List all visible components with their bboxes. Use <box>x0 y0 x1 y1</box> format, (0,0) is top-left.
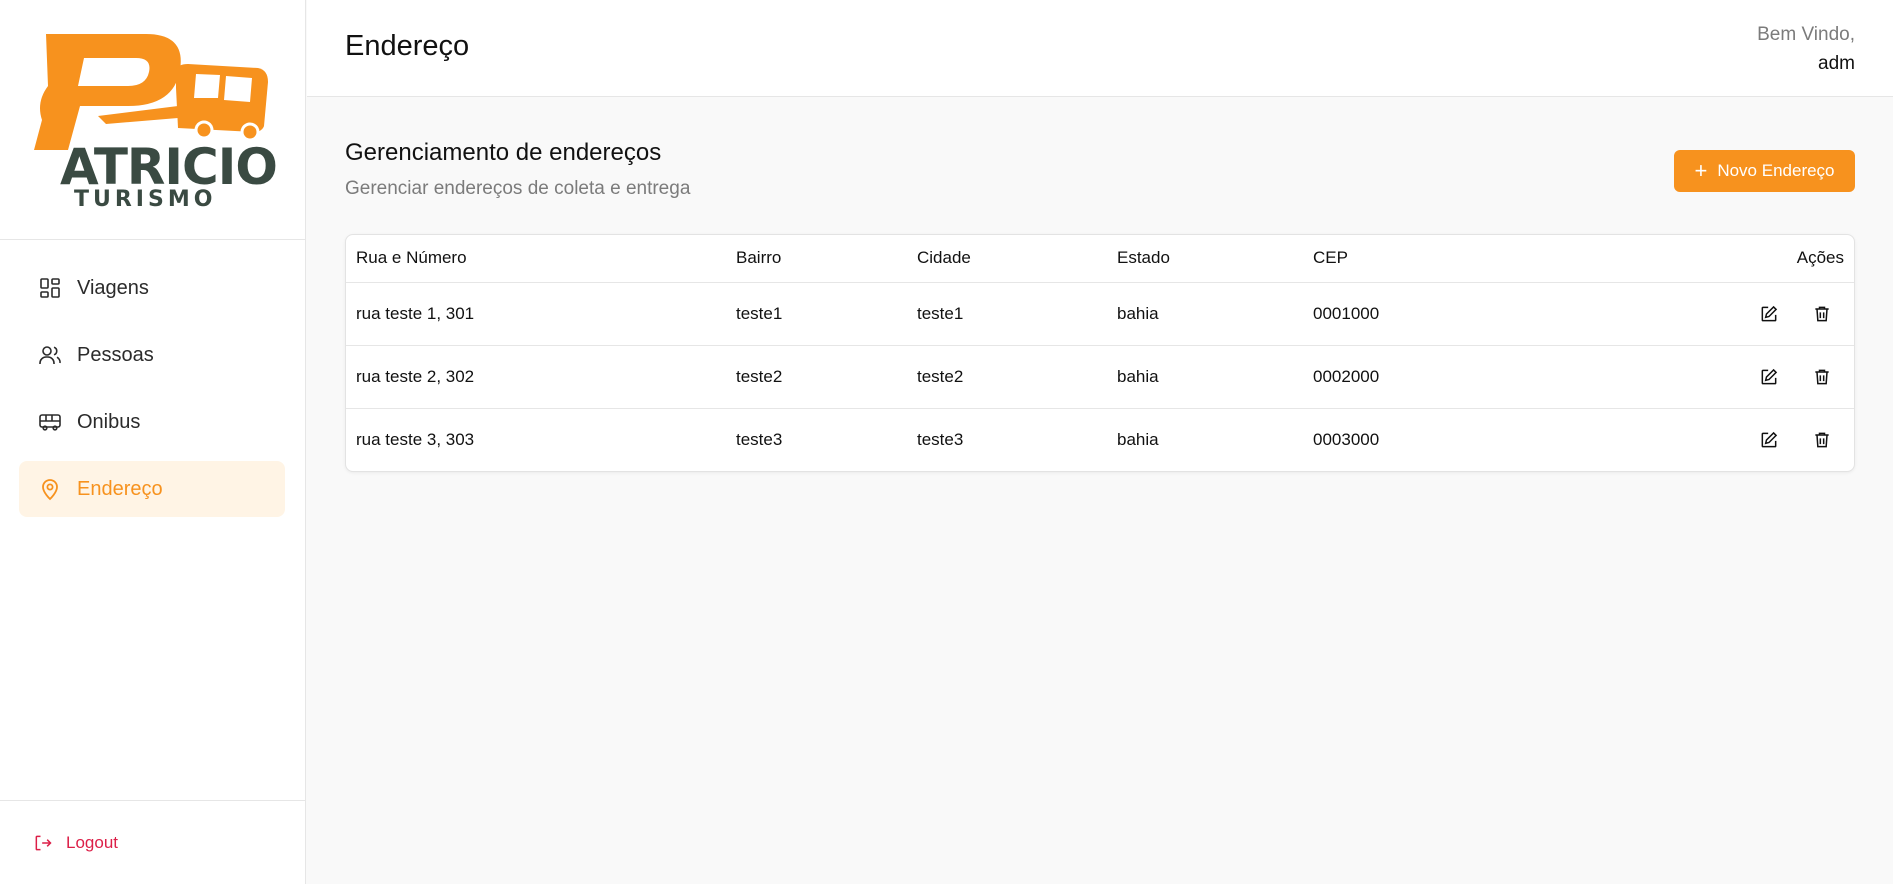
sidebar-item-viagens[interactable]: Viagens <box>19 260 285 316</box>
edit-button[interactable] <box>1755 300 1783 328</box>
cell-cep: 0003000 <box>1313 429 1380 449</box>
column-header-cidade: Cidade <box>907 235 1107 283</box>
cell-bairro: teste3 <box>736 429 783 449</box>
sidebar-item-onibus[interactable]: Onibus <box>19 394 285 450</box>
sidebar-nav: Viagens Pessoas Onibus Endereço <box>0 240 305 517</box>
new-address-label: Novo Endereço <box>1717 161 1835 180</box>
cell-cep: 0001000 <box>1303 282 1547 346</box>
sidebar-item-endereco[interactable]: Endereço <box>19 461 285 517</box>
edit-icon <box>1761 368 1778 384</box>
map-pin-icon <box>42 479 58 501</box>
column-header-cep: CEP <box>1303 235 1547 283</box>
logout-button[interactable]: Logout <box>33 833 118 853</box>
sidebar-item-label: Viagens <box>77 276 149 299</box>
cell-cidade: teste3 <box>917 429 964 449</box>
address-table-card: Rua e Número Bairro Cidade Estado CEP Aç… <box>345 234 1855 472</box>
cell-cidade: teste1 <box>907 282 1107 346</box>
logout-area: Logout <box>0 800 305 884</box>
delete-button[interactable] <box>1808 426 1836 454</box>
plus-icon: + <box>1694 158 1708 183</box>
edit-button[interactable] <box>1755 363 1783 391</box>
main-content: Gerenciamento de endereços Gerenciar end… <box>307 97 1893 884</box>
column-header-estado: Estado <box>1107 235 1303 283</box>
edit-icon <box>1761 305 1778 321</box>
cell-cep: 0002000 <box>1303 345 1547 409</box>
column-header-bairro: Bairro <box>726 235 907 283</box>
sidebar-item-label: Pessoas <box>77 343 154 366</box>
column-header-rua: Rua e Número <box>346 235 726 283</box>
section-title: Gerenciamento de endereços <box>345 139 662 166</box>
sidebar-item-pessoas[interactable]: Pessoas <box>19 327 285 383</box>
user-name: adm <box>1818 53 1855 74</box>
table-row: rua teste 1, 301 teste1 teste1 bahia 000… <box>346 282 1854 346</box>
cell-acoes <box>1546 345 1854 409</box>
table-header-row: Rua e Número Bairro Cidade Estado CEP Aç… <box>346 235 1854 283</box>
cell-estado: bahia <box>1107 345 1303 409</box>
cell-acoes <box>1546 282 1854 346</box>
edit-button[interactable] <box>1755 426 1783 454</box>
sidebar-item-label: Endereço <box>77 477 163 500</box>
bus-icon <box>39 414 61 431</box>
cell-bairro: teste2 <box>726 345 907 409</box>
table-row: rua teste 3, 303 teste3 teste3 bahia 000… <box>346 408 1854 471</box>
users-icon <box>39 346 61 364</box>
cell-cidade: teste2 <box>907 345 1107 409</box>
logo-area: ATRICIO TURISMO <box>0 0 305 240</box>
cell-acoes <box>1546 408 1854 471</box>
address-table: Rua e Número Bairro Cidade Estado CEP Aç… <box>346 235 1854 471</box>
logout-label: Logout <box>66 832 118 852</box>
welcome-block: Bem Vindo, adm <box>1757 20 1855 78</box>
cell-rua: rua teste 1, 301 <box>346 282 726 346</box>
cell-estado: bahia <box>1117 429 1159 449</box>
welcome-text: Bem Vindo, <box>1757 24 1855 45</box>
cell-rua: rua teste 3, 303 <box>356 429 475 449</box>
trash-icon <box>1815 432 1829 448</box>
patricio-turismo-logo: ATRICIO TURISMO <box>34 34 278 208</box>
cell-rua: rua teste 2, 302 <box>346 345 726 409</box>
topbar: Endereço Bem Vindo, adm <box>307 0 1893 97</box>
edit-icon <box>1761 431 1778 448</box>
new-address-button[interactable]: + Novo Endereço <box>1674 150 1855 192</box>
section-subtitle: Gerenciar endereços de coleta e entrega <box>345 178 691 199</box>
cell-bairro: teste1 <box>726 282 907 346</box>
sidebar: ATRICIO TURISMO Viagens Pessoas Onibus E… <box>0 0 306 884</box>
table-row: rua teste 2, 302 teste2 teste2 bahia 000… <box>346 345 1854 409</box>
delete-button[interactable] <box>1808 363 1836 391</box>
cell-estado: bahia <box>1107 282 1303 346</box>
trash-icon <box>1815 369 1829 384</box>
column-header-acoes: Ações <box>1546 235 1854 283</box>
trash-icon <box>1815 306 1829 321</box>
logout-icon <box>35 835 52 850</box>
sidebar-item-label: Onibus <box>77 410 141 433</box>
page-title: Endereço <box>345 30 470 62</box>
dashboard-icon <box>40 278 60 298</box>
delete-button[interactable] <box>1808 300 1836 328</box>
logo-text-bottom: TURISMO <box>74 187 216 208</box>
